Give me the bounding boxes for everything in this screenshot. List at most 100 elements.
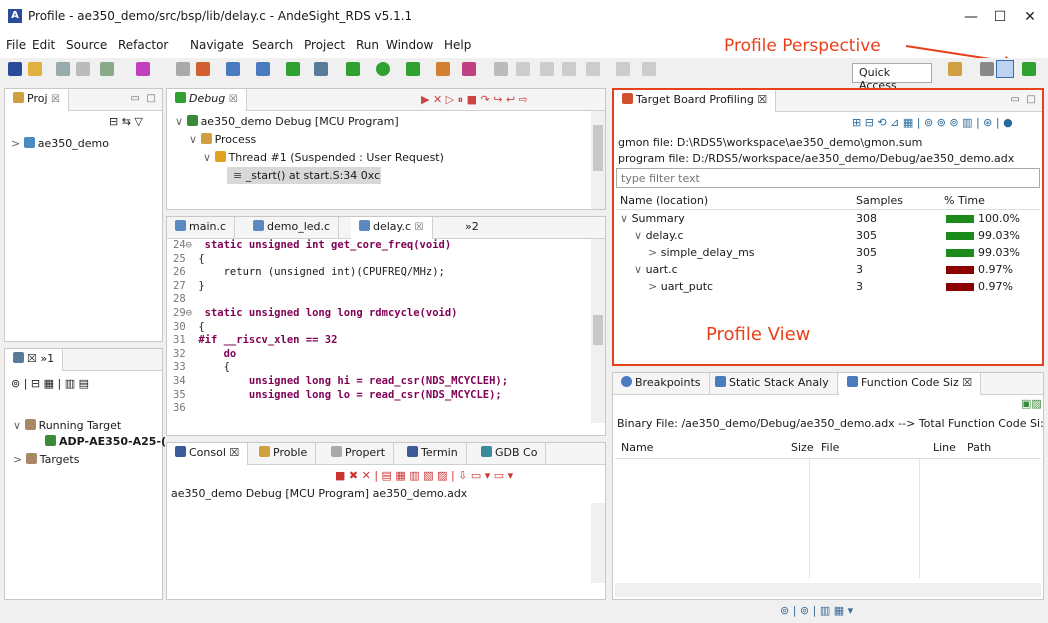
menu-navigate[interactable]: Navigate bbox=[190, 38, 244, 52]
debug-tree-thread[interactable]: ∨ Thread #1 (Suspended : User Request) bbox=[203, 151, 444, 164]
tab-targets[interactable]: ☒ »1 bbox=[5, 349, 64, 371]
debug-bug-icon[interactable] bbox=[346, 62, 360, 76]
debug-toolbar-icons[interactable]: ▶ ✕ ▷ ⏸ ■ ↷ ↪ ↩ ⇨ bbox=[421, 93, 528, 107]
profiling-row[interactable]: ∨ delay.c 305 99.03% bbox=[616, 227, 1040, 244]
export-icon[interactable]: ▣▨ bbox=[1021, 397, 1042, 410]
expand-chevron-icon[interactable]: > bbox=[648, 280, 657, 293]
tree-running-target[interactable]: ∨ Running Target bbox=[13, 419, 121, 432]
perspective-c-icon[interactable] bbox=[980, 62, 994, 76]
maximize-icon[interactable]: □ bbox=[147, 93, 156, 104]
debug-tree-process[interactable]: ∨ Process bbox=[189, 133, 256, 146]
quick-access-input[interactable]: Quick Access bbox=[852, 63, 932, 92]
tab-problems[interactable]: Proble bbox=[251, 443, 317, 465]
ande-icon[interactable] bbox=[8, 62, 22, 76]
forward-icon[interactable] bbox=[616, 62, 630, 76]
target-icon[interactable] bbox=[196, 62, 210, 76]
gadget-icon[interactable] bbox=[286, 62, 300, 76]
menu-help[interactable]: Help bbox=[444, 38, 471, 52]
annotation-icon[interactable] bbox=[494, 62, 508, 76]
tab-project[interactable]: Proj ☒ bbox=[5, 89, 69, 111]
col-size[interactable]: Size bbox=[791, 441, 814, 454]
debug-tree-frame[interactable]: ≡ _start() at start.S:34 0xc bbox=[227, 167, 381, 184]
maximize-button[interactable]: ☐ bbox=[990, 8, 1010, 26]
menu-file[interactable]: File bbox=[6, 38, 26, 52]
code-area[interactable]: 24⊖ static unsigned int get_core_freq(vo… bbox=[171, 239, 577, 419]
menu-window[interactable]: Window bbox=[386, 38, 433, 52]
minimize-icon[interactable]: ▭ bbox=[131, 93, 140, 104]
profiling-row[interactable]: ∨ uart.c 3 0.97% bbox=[616, 261, 1040, 278]
tab-demo-led-c[interactable]: demo_led.c bbox=[245, 217, 340, 239]
col-time-header[interactable]: % Time bbox=[944, 194, 985, 207]
expand-chevron-icon[interactable]: ∨ bbox=[620, 212, 628, 225]
tab-function-code-size[interactable]: Function Code Siz ☒ bbox=[839, 373, 982, 395]
menu-edit[interactable]: Edit bbox=[32, 38, 55, 52]
back-icon[interactable] bbox=[586, 62, 600, 76]
open-type-icon[interactable] bbox=[436, 62, 450, 76]
console-toolbar[interactable]: ■ ✖ ✕ | ▤ ▦ ▥ ▧ ▨ | ⇩ ▭ ▾ ▭ ▾ bbox=[335, 469, 513, 482]
profiling-toolbar[interactable]: ⊞ ⊟ ⟲ ⊿ ▦ | ⊚ ⊚ ⊚ ▥ | ⊛ | ● bbox=[852, 116, 1013, 129]
expand-chevron-icon[interactable]: > bbox=[648, 246, 657, 259]
tool-icon[interactable] bbox=[176, 62, 190, 76]
tab-breakpoints[interactable]: Breakpoints bbox=[613, 373, 710, 395]
chart-icon[interactable] bbox=[136, 62, 150, 76]
new-icon[interactable] bbox=[28, 62, 42, 76]
menu-run[interactable]: Run bbox=[356, 38, 379, 52]
collapse-all-icon[interactable]: ⊟ ⇆ ▽ bbox=[109, 115, 143, 128]
tab-static-stack[interactable]: Static Stack Analy bbox=[707, 373, 838, 395]
save-all-icon[interactable] bbox=[76, 62, 90, 76]
col-samples-header[interactable]: Samples bbox=[856, 194, 903, 207]
code-icon[interactable] bbox=[256, 62, 270, 76]
tab-terminal[interactable]: Termin bbox=[399, 443, 467, 465]
config-icon[interactable] bbox=[226, 62, 240, 76]
build-icon[interactable] bbox=[100, 62, 114, 76]
console-scrollbar[interactable] bbox=[591, 503, 605, 583]
pilcrow-icon[interactable] bbox=[540, 62, 554, 76]
col-path[interactable]: Path bbox=[967, 441, 991, 454]
col-name-header[interactable]: Name (location) bbox=[620, 194, 708, 207]
nav-icon[interactable] bbox=[562, 62, 576, 76]
profiling-row[interactable]: > uart_putc 3 0.97% bbox=[616, 278, 1040, 295]
menu-project[interactable]: Project bbox=[304, 38, 345, 52]
minimize-icon[interactable]: ▭ bbox=[1011, 94, 1020, 105]
targets-toolbar[interactable]: ⊚ | ⊟ ▦ | ▥ ▤ bbox=[11, 377, 89, 390]
targets-overflow[interactable]: »1 bbox=[40, 352, 54, 365]
profiling-row[interactable]: > simple_delay_ms 305 99.03% bbox=[616, 244, 1040, 261]
expand-chevron-icon[interactable]: ∨ bbox=[634, 229, 642, 242]
editor-scrollbar[interactable] bbox=[591, 239, 605, 423]
tab-debug[interactable]: Debug ☒ bbox=[167, 89, 247, 111]
debug-tab-close-button[interactable]: ☒ bbox=[229, 94, 238, 105]
debug-tree-launch[interactable]: ∨ ae350_demo Debug [MCU Program] bbox=[175, 115, 399, 128]
tab-delay-c[interactable]: delay.c ☒ bbox=[351, 217, 433, 239]
last-edit-icon[interactable] bbox=[642, 62, 656, 76]
filter-input[interactable] bbox=[616, 168, 1040, 188]
debug-perspective-icon[interactable] bbox=[1022, 62, 1036, 76]
status-bar-icons[interactable]: ⊚ | ⊚ | ▥ ▦ ▾ bbox=[780, 604, 853, 617]
profiling-row[interactable]: ∨ Summary 308 100.0% bbox=[616, 210, 1040, 227]
debug-scrollbar[interactable] bbox=[591, 111, 605, 209]
tab-gdb[interactable]: GDB Co bbox=[473, 443, 547, 465]
profile-perspective-icon[interactable] bbox=[996, 60, 1014, 78]
tree-adp-target[interactable]: ADP-AE350-A25-( bbox=[45, 435, 166, 448]
close-button[interactable]: ✕ bbox=[1020, 8, 1040, 26]
menu-refactor[interactable]: Refactor bbox=[118, 38, 168, 52]
open-perspective-icon[interactable] bbox=[948, 62, 962, 76]
tab-properties[interactable]: Propert bbox=[323, 443, 395, 465]
sync-icon[interactable] bbox=[314, 62, 328, 76]
col-file[interactable]: File bbox=[821, 441, 839, 454]
tab-target-board-profiling[interactable]: Target Board Profiling ☒ bbox=[614, 90, 777, 112]
menu-source[interactable]: Source bbox=[66, 38, 107, 52]
horizontal-scrollbar[interactable] bbox=[615, 583, 1041, 597]
menu-search[interactable]: Search bbox=[252, 38, 293, 52]
col-line[interactable]: Line bbox=[933, 441, 956, 454]
expand-chevron-icon[interactable]: ∨ bbox=[634, 263, 642, 276]
tab-main-c[interactable]: main.c bbox=[167, 217, 236, 239]
minimize-button[interactable]: — bbox=[961, 8, 981, 26]
external-tools-icon[interactable] bbox=[406, 62, 420, 76]
tree-targets[interactable]: > Targets bbox=[13, 453, 79, 466]
pen-icon[interactable] bbox=[462, 62, 476, 76]
col-name[interactable]: Name bbox=[621, 441, 653, 454]
maximize-icon[interactable]: □ bbox=[1027, 94, 1036, 105]
block-icon[interactable] bbox=[516, 62, 530, 76]
run-icon[interactable] bbox=[376, 62, 390, 76]
tab-console[interactable]: Consol ☒ bbox=[167, 443, 249, 465]
